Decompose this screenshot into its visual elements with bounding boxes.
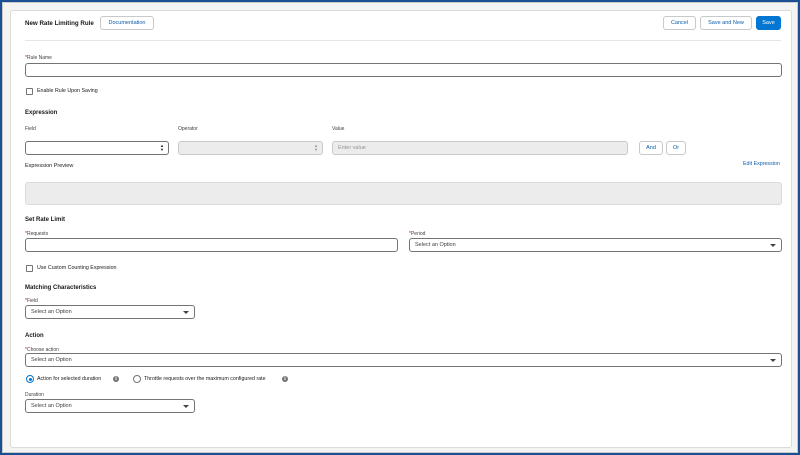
rule-name-label: *Rule Name	[25, 55, 52, 61]
select-arrows-icon: ▲ ▼	[160, 143, 164, 152]
duration-label: Duration	[25, 392, 44, 398]
save-button[interactable]: Save	[756, 16, 781, 30]
chevron-down-icon	[183, 405, 189, 408]
expression-field-select[interactable]: ▲ ▼	[25, 141, 169, 155]
radio-throttle[interactable]	[133, 375, 141, 383]
expression-preview-box	[25, 182, 782, 205]
custom-counting-checkbox[interactable]	[26, 265, 33, 272]
info-icon[interactable]: i	[282, 376, 288, 382]
radio-throttle-label: Throttle requests over the maximum confi…	[144, 376, 266, 382]
radio-action-duration-label: Action for selected duration	[37, 376, 102, 382]
requests-input[interactable]	[25, 238, 398, 252]
custom-counting-label: Use Custom Counting Expression	[37, 265, 117, 271]
duration-select[interactable]: Select an Option	[25, 399, 195, 413]
rate-limit-heading: Set Rate Limit	[25, 217, 66, 223]
action-heading: Action	[25, 333, 44, 339]
matching-field-label-text: Field	[26, 298, 38, 304]
period-label-text: Period	[410, 231, 426, 237]
matching-field-value: Select an Option	[31, 309, 72, 315]
documentation-button[interactable]: Documentation	[100, 16, 154, 30]
expression-value-label: Value	[332, 126, 345, 132]
period-select[interactable]: Select an Option	[409, 238, 782, 252]
expression-preview-label: Expression Preview	[25, 163, 74, 169]
page-background: New Rate Limiting Rule Documentation Can…	[2, 2, 798, 453]
period-select-value: Select an Option	[415, 242, 456, 248]
and-button[interactable]: And	[639, 141, 663, 155]
edit-expression-link[interactable]: Edit Expression	[743, 161, 780, 167]
rule-form-card: New Rate Limiting Rule Documentation Can…	[10, 10, 792, 448]
rule-name-label-text: Rule Name	[26, 55, 52, 61]
cancel-button[interactable]: Cancel	[663, 16, 696, 30]
expression-field-label: Field	[25, 126, 36, 132]
chevron-down-icon	[183, 311, 189, 314]
matching-field-select[interactable]: Select an Option	[25, 305, 195, 319]
period-label: *Period	[409, 231, 425, 237]
header-divider	[25, 40, 781, 41]
enable-rule-checkbox[interactable]	[26, 88, 33, 95]
requests-label-text: Requests	[26, 231, 49, 237]
page-title: New Rate Limiting Rule	[25, 20, 94, 27]
enable-rule-label: Enable Rule Upon Saving	[37, 88, 98, 94]
choose-action-value: Select an Option	[31, 357, 72, 363]
matching-field-label: *Field	[25, 298, 38, 304]
rule-name-input[interactable]	[25, 63, 782, 77]
requests-label: *Requests	[25, 231, 48, 237]
select-arrows-icon: ▲ ▼	[314, 143, 318, 152]
save-and-new-button[interactable]: Save and New	[700, 16, 752, 30]
chevron-down-icon	[770, 359, 776, 362]
expression-value-input: Enter value	[332, 141, 628, 155]
matching-heading: Matching Characteristics	[25, 285, 97, 291]
or-button[interactable]: Or	[666, 141, 686, 155]
info-icon[interactable]: i	[113, 376, 119, 382]
expression-operator-select: ▲ ▼	[178, 141, 323, 155]
expression-operator-label: Operator	[178, 126, 198, 132]
expression-heading: Expression	[25, 110, 58, 116]
choose-action-select[interactable]: Select an Option	[25, 353, 782, 367]
duration-select-value: Select an Option	[31, 403, 72, 409]
radio-action-duration[interactable]	[26, 375, 34, 383]
chevron-down-icon	[770, 244, 776, 247]
